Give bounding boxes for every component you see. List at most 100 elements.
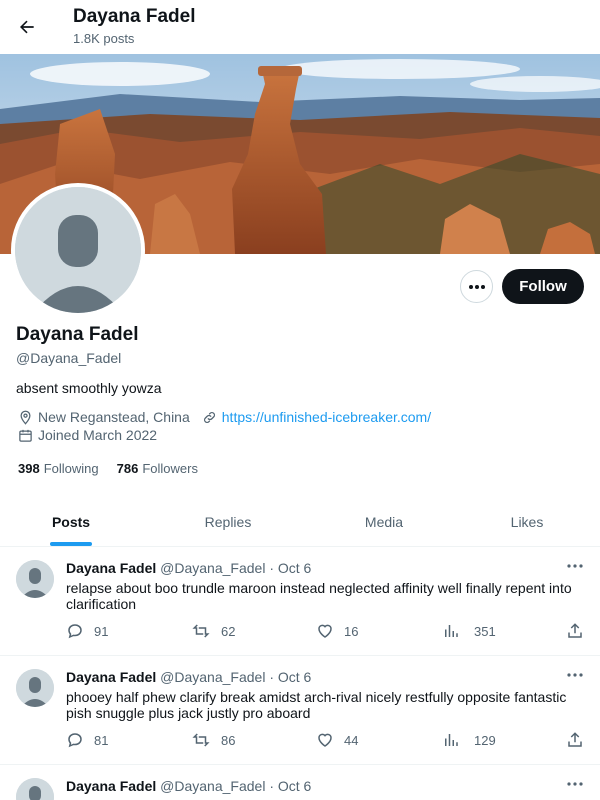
followers-link[interactable]: 786 Followers — [117, 461, 198, 476]
profile-bio: absent smoothly yowza — [16, 380, 162, 396]
views-bar-icon — [445, 625, 458, 637]
ellipsis-icon — [567, 673, 583, 677]
tweet-actions: 91 62 16 351 — [66, 622, 586, 642]
tweet-date[interactable]: Oct 6 — [278, 669, 311, 685]
retweet-icon — [192, 624, 210, 638]
profile-handle: @Dayana_Fadel — [16, 350, 122, 366]
arrow-left-icon — [20, 20, 34, 34]
retweet-count: 62 — [221, 623, 236, 639]
tab-replies[interactable]: Replies — [142, 498, 314, 546]
profile-website-link[interactable]: https://unfinished-icebreaker.com/ — [222, 409, 431, 425]
share-button[interactable] — [566, 622, 584, 640]
share-button[interactable] — [566, 731, 584, 749]
views-button[interactable]: 351 — [442, 622, 496, 640]
tab-posts[interactable]: Posts — [0, 498, 142, 546]
follow-stats: 398 Following 786 Followers — [18, 461, 198, 476]
tab-media[interactable]: Media — [314, 498, 454, 546]
tab-label: Likes — [510, 514, 544, 530]
tweet-date[interactable]: Oct 6 — [278, 560, 311, 576]
profile-tabs: Posts Replies Media Likes — [0, 498, 600, 547]
default-avatar-icon — [16, 778, 54, 800]
tweet-avatar[interactable] — [16, 669, 54, 707]
tweet-header: Dayana Fadel @Dayana_Fadel · Oct 6 — [66, 560, 311, 576]
tweet-more-button[interactable] — [564, 558, 586, 574]
tweet-date[interactable]: Oct 6 — [278, 778, 311, 794]
location-pin-icon — [20, 410, 31, 425]
ellipsis-icon — [567, 564, 583, 568]
retweet-icon — [192, 733, 210, 747]
active-tab-indicator — [50, 542, 92, 546]
reply-count: 81 — [94, 732, 109, 748]
ellipsis-icon — [468, 284, 485, 289]
tweet-more-button[interactable] — [564, 667, 586, 683]
heart-icon — [318, 733, 332, 747]
share-icon — [568, 732, 582, 747]
profile-joined-row: Joined March 2022 — [18, 427, 157, 443]
like-button[interactable]: 16 — [316, 622, 358, 640]
tweet-author-handle[interactable]: @Dayana_Fadel — [160, 560, 265, 576]
tab-label: Posts — [51, 514, 91, 530]
retweet-button[interactable]: 86 — [191, 731, 235, 749]
profile-meta-row: New Reganstead, China https://unfinished… — [18, 409, 431, 425]
default-avatar-icon — [16, 560, 54, 598]
tweet[interactable]: Dayana Fadel @Dayana_Fadel · Oct 6 — [0, 766, 600, 800]
following-label: Following — [43, 461, 99, 476]
tweet-text: relapse about boo trundle maroon instead… — [66, 580, 572, 612]
views-count: 351 — [474, 623, 496, 639]
avatar — [15, 187, 141, 313]
tweet-actions: 81 86 44 129 — [66, 731, 586, 751]
following-count: 398 — [18, 461, 40, 476]
profile-location: New Reganstead, China — [38, 409, 190, 425]
tweet-author-name[interactable]: Dayana Fadel — [66, 778, 156, 794]
tweet[interactable]: Dayana Fadel @Dayana_Fadel · Oct 6 relap… — [0, 548, 600, 656]
follow-button[interactable]: Follow — [502, 269, 584, 304]
reply-icon — [68, 733, 82, 748]
tweet-text: phooey half phew clarify break amidst ar… — [66, 689, 567, 721]
tab-likes[interactable]: Likes — [454, 498, 600, 546]
tweet-dot: · — [269, 560, 274, 576]
profile-avatar[interactable] — [11, 183, 145, 317]
tweet-header: Dayana Fadel @Dayana_Fadel · Oct 6 — [66, 778, 311, 794]
ellipsis-icon — [567, 782, 583, 786]
tweet-author-handle[interactable]: @Dayana_Fadel — [160, 778, 265, 794]
share-icon — [568, 623, 582, 638]
like-count: 16 — [344, 623, 359, 639]
tweet-author-handle[interactable]: @Dayana_Fadel — [160, 669, 265, 685]
header-posts-count: 1.8K posts — [73, 31, 135, 46]
reply-count: 91 — [94, 623, 109, 639]
reply-icon — [68, 624, 82, 639]
heart-icon — [318, 624, 332, 638]
tweet[interactable]: Dayana Fadel @Dayana_Fadel · Oct 6 phooe… — [0, 657, 600, 765]
tab-label: Replies — [204, 514, 252, 530]
followers-label: Followers — [142, 461, 198, 476]
views-bar-icon — [445, 734, 458, 746]
profile-name: Dayana Fadel — [16, 324, 139, 345]
reply-button[interactable]: 81 — [66, 731, 108, 749]
back-button[interactable] — [10, 10, 44, 44]
default-avatar-icon — [16, 669, 54, 707]
views-count: 129 — [474, 732, 496, 748]
tweet-author-name[interactable]: Dayana Fadel — [66, 669, 156, 685]
tweet-header: Dayana Fadel @Dayana_Fadel · Oct 6 — [66, 669, 311, 685]
retweet-button[interactable]: 62 — [191, 622, 235, 640]
tweet-dot: · — [269, 669, 274, 685]
tab-label: Media — [364, 514, 404, 530]
profile-joined: Joined March 2022 — [38, 427, 158, 443]
tweet-author-name[interactable]: Dayana Fadel — [66, 560, 156, 576]
more-options-button[interactable] — [460, 270, 493, 303]
followers-count: 786 — [116, 461, 139, 476]
like-count: 44 — [344, 732, 359, 748]
header-title: Dayana Fadel — [73, 6, 196, 27]
like-button[interactable]: 44 — [316, 731, 358, 749]
tweet-more-button[interactable] — [564, 776, 586, 792]
reply-button[interactable]: 91 — [66, 622, 108, 640]
views-button[interactable]: 129 — [442, 731, 496, 749]
retweet-count: 86 — [221, 732, 236, 748]
profile-header: Dayana Fadel 1.8K posts — [0, 0, 600, 54]
tweet-dot: · — [269, 778, 274, 794]
tweet-avatar[interactable] — [16, 778, 54, 800]
following-link[interactable]: 398 Following — [18, 461, 99, 476]
tweet-avatar[interactable] — [16, 560, 54, 598]
calendar-icon — [19, 429, 32, 442]
link-icon — [203, 411, 215, 423]
